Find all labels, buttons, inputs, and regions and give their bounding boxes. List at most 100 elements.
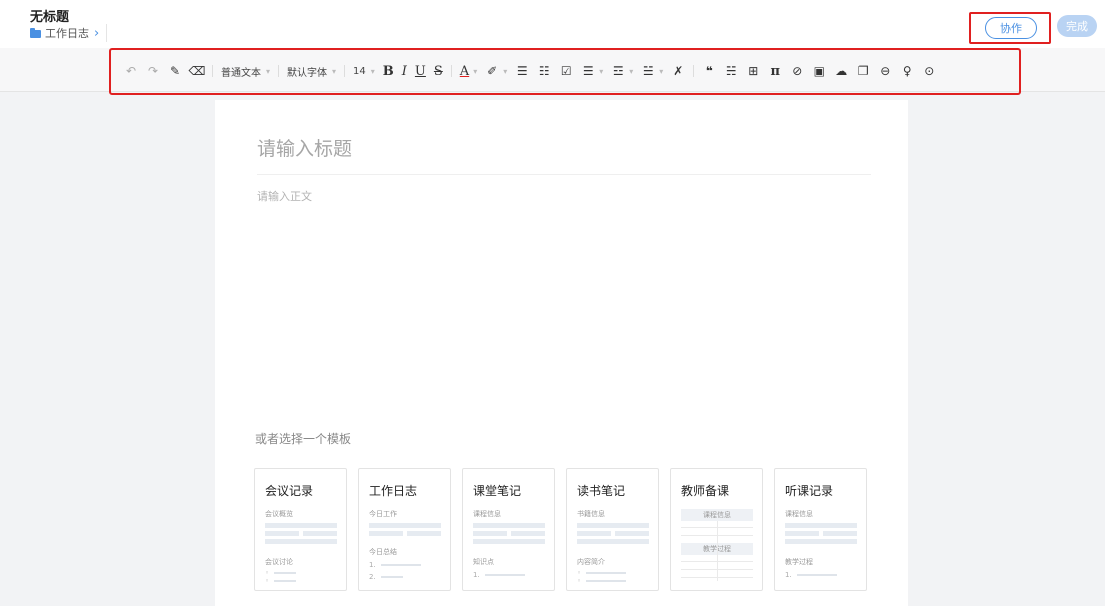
top-header: 无标题 工作日志 › 协作 完成 <box>0 0 1105 48</box>
underline-icon[interactable]: U <box>415 62 426 80</box>
list-item: ◦ <box>577 577 627 585</box>
image-icon[interactable]: ▣ <box>812 62 826 80</box>
template-title: 课堂笔记 <box>473 484 522 498</box>
undo-icon[interactable]: ↶ <box>124 62 138 80</box>
divider-line-icon[interactable]: ☵ <box>724 62 738 80</box>
folder-icon <box>30 28 41 38</box>
breadcrumb[interactable]: 工作日志 › <box>30 26 100 41</box>
checklist-icon[interactable]: ☑ <box>559 62 573 80</box>
done-button[interactable]: 完成 <box>1057 15 1097 37</box>
link-icon[interactable]: ⊖ <box>878 62 892 80</box>
table-icon[interactable]: ⊞ <box>746 62 760 80</box>
placeholder-bar <box>473 523 545 528</box>
template-section: 课程信息 <box>785 510 813 518</box>
clear-style-icon[interactable]: ✗ <box>671 62 685 80</box>
template-list: 会议记录 会议概览 会议讨论 ◦ ◦ 工作日志 今日工作 今日总结 1. 2. … <box>254 468 878 591</box>
align-icon[interactable]: ☰ <box>581 62 595 80</box>
font-family-select[interactable]: 默认字体 <box>287 62 336 80</box>
template-section: 课程信息 <box>473 510 501 518</box>
chevron-down-icon[interactable]: ▾ <box>503 67 507 76</box>
strikethrough-icon[interactable]: S <box>434 62 443 80</box>
template-card-worklog[interactable]: 工作日志 今日工作 今日总结 1. 2. <box>358 468 451 591</box>
numbered-list-icon[interactable]: ☷ <box>537 62 551 80</box>
toolbar-divider <box>693 65 695 77</box>
placeholder-bar <box>369 531 403 536</box>
placeholder-bar <box>785 531 819 536</box>
template-card-lessonplan[interactable]: 教师备课 课程信息 教学过程 <box>670 468 763 591</box>
placeholder-bar <box>473 531 507 536</box>
placeholder-bar <box>785 523 857 528</box>
quote-icon[interactable]: ❝ <box>702 62 716 80</box>
template-section: 会议讨论 <box>265 558 293 566</box>
bold-icon[interactable]: B <box>383 62 394 80</box>
placeholder-bar <box>577 531 611 536</box>
microphone-icon[interactable]: ♀ <box>900 62 914 80</box>
toolbar-divider <box>344 65 346 77</box>
placeholder-bar <box>577 523 649 528</box>
chevron-down-icon[interactable]: ▾ <box>629 67 633 76</box>
collab-highlight-box: 协作 <box>969 12 1051 44</box>
body-input[interactable]: 请输入正文 <box>257 188 312 204</box>
breadcrumb-folder[interactable]: 工作日志 <box>45 28 89 40</box>
bullet-list-icon[interactable]: ☰ <box>515 62 529 80</box>
template-card-meeting[interactable]: 会议记录 会议概览 会议讨论 ◦ ◦ <box>254 468 347 591</box>
highlight-icon[interactable]: ✐ <box>485 62 499 80</box>
title-input[interactable]: 请输入标题 <box>257 134 352 161</box>
font-color-icon[interactable]: A <box>460 62 469 80</box>
list-item: 1. <box>785 571 837 579</box>
chevron-down-icon[interactable]: ▾ <box>473 67 477 76</box>
table-line <box>717 521 718 581</box>
template-section: 知识点 <box>473 558 494 566</box>
template-title: 工作日志 <box>369 484 418 498</box>
toolbar-divider <box>278 65 280 77</box>
list-item: 2. <box>369 573 403 581</box>
template-card-classnote[interactable]: 课堂笔记 课程信息 知识点 1. <box>462 468 555 591</box>
template-title: 教师备课 <box>681 484 730 498</box>
template-section: 今日总结 <box>369 548 397 556</box>
list-item: ◦ <box>577 569 627 577</box>
list-item: ◦ <box>265 577 297 585</box>
toolbar-divider <box>450 65 452 77</box>
eraser-icon[interactable]: ⌫ <box>189 62 206 80</box>
attachment-icon[interactable]: ⊘ <box>790 62 804 80</box>
template-section: 教学过程 <box>785 558 813 566</box>
chevron-right-icon: › <box>94 26 100 41</box>
placeholder-bar <box>303 531 337 536</box>
template-section: 会议概览 <box>265 510 293 518</box>
document-title[interactable]: 无标题 <box>30 11 69 25</box>
placeholder-bar <box>785 539 857 544</box>
template-card-observation[interactable]: 听课记录 课程信息 教学过程 1. <box>774 468 867 591</box>
template-section: 今日工作 <box>369 510 397 518</box>
placeholder-bar <box>577 539 649 544</box>
cloud-icon[interactable]: ☁ <box>834 62 848 80</box>
redo-icon[interactable]: ↷ <box>146 62 160 80</box>
placeholder-bar <box>615 531 649 536</box>
more-icon[interactable]: ⊙ <box>922 62 936 80</box>
chevron-down-icon[interactable]: ▾ <box>659 67 663 76</box>
list-item: 1. <box>369 561 421 569</box>
placeholder-bar <box>369 523 441 528</box>
placeholder-bar <box>265 539 337 544</box>
copy-icon[interactable]: ❐ <box>856 62 870 80</box>
template-title: 读书笔记 <box>577 484 626 498</box>
title-divider <box>257 174 871 175</box>
template-card-readingnote[interactable]: 读书笔记 书籍信息 内容简介 ◦ ◦ <box>566 468 659 591</box>
italic-icon[interactable]: I <box>402 62 407 80</box>
chevron-down-icon[interactable]: ▾ <box>599 67 603 76</box>
placeholder-bar <box>511 531 545 536</box>
placeholder-bar <box>265 523 337 528</box>
template-title: 听课记录 <box>785 484 834 498</box>
template-section: 内容简介 <box>577 558 605 566</box>
line-height-icon[interactable]: ☱ <box>641 62 655 80</box>
placeholder-bar <box>473 539 545 544</box>
format-painter-icon[interactable]: ✎ <box>168 62 182 80</box>
template-section: 书籍信息 <box>577 510 605 518</box>
paragraph-style-select[interactable]: 普通文本 <box>221 62 270 80</box>
formula-icon[interactable]: π <box>768 62 782 80</box>
indent-icon[interactable]: ☲ <box>611 62 625 80</box>
collab-button[interactable]: 协作 <box>985 17 1037 39</box>
toolbar-divider <box>212 65 213 77</box>
divider <box>106 24 107 42</box>
placeholder-bar <box>265 531 299 536</box>
font-size-select[interactable]: 14 <box>353 62 375 80</box>
